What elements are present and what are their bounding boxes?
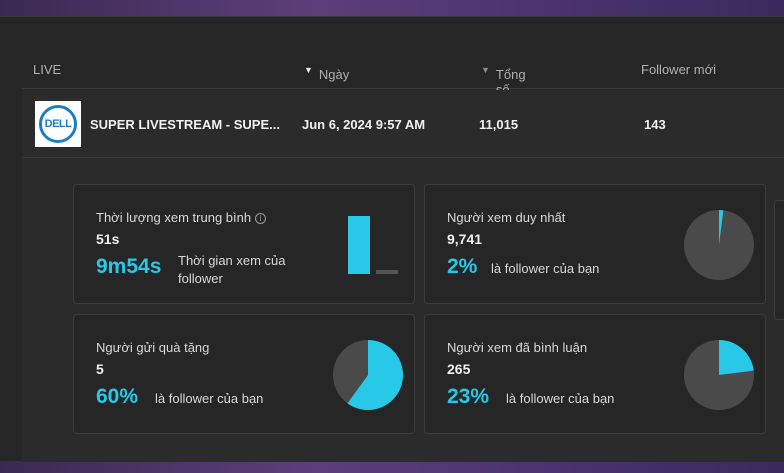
next-card-edge [774,200,784,320]
unique-viewers-pie [684,210,754,280]
sort-down-icon: ▼ [481,65,490,75]
column-header-views[interactable]: ▼Tổng số lượt xem [481,62,526,127]
commenters-label: Người xem đã bình luận [447,340,588,355]
unique-viewers-value: 9,741 [447,231,483,247]
gifters-card: Người gửi quà tặng 5 60% là follower của… [73,314,415,434]
commenters-value: 265 [447,361,471,377]
unique-viewers-card: Người xem duy nhất 9,741 2% là follower … [424,184,766,304]
pie-follower-slice [719,340,754,375]
stream-views: 11,015 [479,117,519,132]
commenters-percent: 23% [447,385,490,408]
gifters-label: Người gửi quà tặng [96,340,210,355]
column-header-new-followers[interactable]: Follower mới [641,62,716,77]
avg-watch-time-label: Thời lượng xem trung bình i [96,210,267,225]
unique-viewers-percent: 2% [447,255,478,278]
follower-watch-time-label-line2: follower [178,271,223,286]
avg-watch-time-label-text: Thời lượng xem trung bình [96,210,252,225]
table-header: LIVE ▼ Ngày ▼Tổng số lượt xem Follower mớ… [22,57,784,127]
gifters-percent: 60% [96,385,139,408]
gifters-pie [333,340,403,410]
avg-watch-time-card: Thời lượng xem trung bình i 51s 9m54s Thờ… [73,184,415,304]
stream-title: SUPER LIVESTREAM - SUPE... [90,117,280,132]
commenters-pie [684,340,754,410]
unique-viewers-percent-text: là follower của bạn [491,261,600,276]
dell-logo: DELL [35,101,81,147]
sort-down-icon: ▼ [304,65,313,75]
stream-details: Thời lượng xem trung bình i 51s 9m54s Thờ… [22,158,784,462]
commenters-card: Người xem đã bình luận 265 23% là follow… [424,314,766,434]
follower-watch-time-label: Thời gian xem của follower [178,252,286,288]
follower-bar [376,270,398,274]
live-analytics-panel: LIVE ▼ Ngày ▼Tổng số lượt xem Follower mớ… [0,16,784,462]
column-header-live: LIVE [33,62,62,77]
follower-watch-time-value: 9m54s [96,255,162,278]
all-viewers-bar [348,216,370,274]
dell-logo-mark: DELL [39,105,77,143]
watch-time-bar-chart [348,216,398,274]
gifters-value: 5 [96,361,104,377]
follower-watch-time-label-line1: Thời gian xem của [178,253,286,268]
column-header-date-label: Ngày [318,67,350,82]
table-row[interactable]: DELL SUPER LIVESTREAM - SUPE... Jun 6, 2… [22,90,784,158]
avg-watch-time-value: 51s [96,231,120,247]
commenters-percent-text: là follower của bạn [506,391,615,406]
info-icon[interactable]: i [255,213,267,224]
gifters-percent-text: là follower của bạn [155,391,264,406]
column-header-date[interactable]: ▼ Ngày [304,62,349,82]
stream-new-followers: 143 [644,117,666,132]
unique-viewers-label: Người xem duy nhất [447,210,566,225]
stream-date: Jun 6, 2024 9:57 AM [302,117,426,132]
